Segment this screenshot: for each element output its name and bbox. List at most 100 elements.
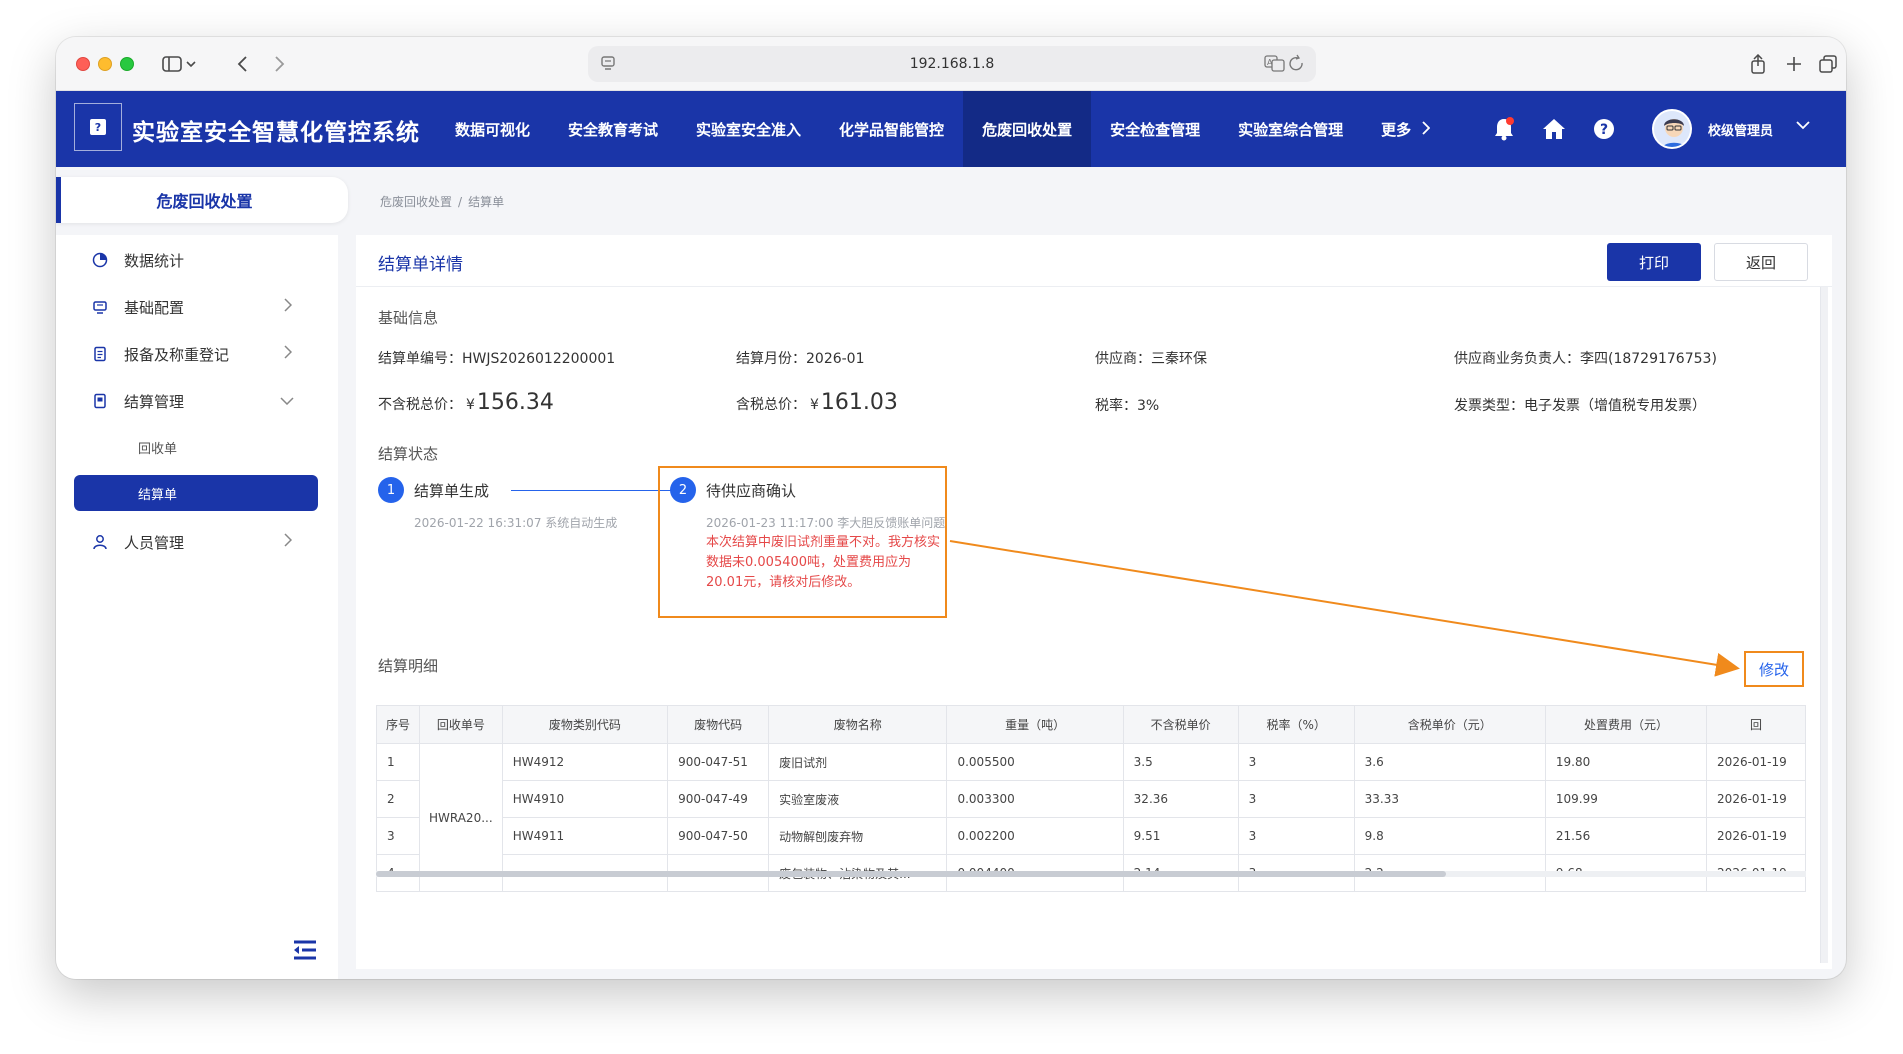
sidebar-subitem-settlement-order[interactable]: 结算单 xyxy=(74,475,318,511)
modify-button[interactable]: 修改 xyxy=(1744,651,1804,687)
browser-window: 192.168.1.8 A ? 实验室安全智慧化管控系统 数据可视化 安全教育考… xyxy=(56,37,1846,979)
help-icon[interactable]: ? xyxy=(1590,115,1618,143)
sidebar-item-data-stats[interactable]: 数据统计 xyxy=(56,239,338,281)
tax-included-total: 含税总价： ¥161.03 xyxy=(736,390,898,415)
cell-weight: 0.002200 xyxy=(946,817,1124,855)
cell-category: HW4911 xyxy=(501,817,669,855)
cell-code: 900-047-49 xyxy=(667,780,770,818)
step-2-title: 待供应商确认 xyxy=(706,482,797,500)
print-button[interactable]: 打印 xyxy=(1607,243,1701,281)
nav-item-safety-inspection[interactable]: 安全检查管理 xyxy=(1091,91,1219,167)
user-name[interactable]: 校级管理员 xyxy=(1708,120,1773,139)
translate-reload-icons[interactable]: A xyxy=(1264,54,1304,76)
pie-chart-icon xyxy=(92,252,108,268)
cell-price-tax: 3.6 xyxy=(1353,743,1546,781)
column-header: 废物名称 xyxy=(768,705,948,744)
cell-price: 9.51 xyxy=(1122,817,1239,855)
cell-weight: 0.003300 xyxy=(946,780,1124,818)
settlement-detail-table: 序号 回收单号 废物类别代码 废物代码 废物名称 重量（吨） 不含税单价 税率（… xyxy=(376,705,1806,892)
field-label: 结算月份： xyxy=(736,351,806,367)
sidebar-item-weighing[interactable]: 报备及称重登记 xyxy=(56,333,338,375)
status-label: 结算状态 xyxy=(378,445,439,463)
sidebar-item-basic-config[interactable]: 基础配置 xyxy=(56,286,338,328)
monitor-icon xyxy=(92,299,108,315)
cell-index: 2 xyxy=(376,780,420,818)
cell-category: HW4910 xyxy=(501,780,669,818)
url-text: 192.168.1.8 xyxy=(909,56,995,72)
cell-price-tax: 9.8 xyxy=(1353,817,1546,855)
collapse-menu-icon[interactable] xyxy=(292,939,318,961)
svg-text:?: ? xyxy=(1600,122,1608,138)
breadcrumb-parent[interactable]: 危废回收处置 xyxy=(380,195,452,209)
step-1-subtitle: 2026-01-22 16:31:07 系统自动生成 xyxy=(414,516,618,530)
field-value: 李四(18729176753) xyxy=(1580,351,1717,367)
currency-symbol: ¥ xyxy=(466,397,475,413)
card-scrollbar[interactable] xyxy=(1820,287,1828,963)
supplier: 供应商：三秦环保 xyxy=(1095,348,1207,368)
sidebar-item-personnel[interactable]: 人员管理 xyxy=(56,521,338,563)
maximize-window-button[interactable] xyxy=(120,57,134,71)
invoice-type: 发票类型：电子发票（增值税专用发票） xyxy=(1454,395,1706,415)
back-button[interactable]: 返回 xyxy=(1714,243,1808,281)
settlement-number: 结算单编号：HWJS2026012200001 xyxy=(378,348,615,368)
scrollbar-thumb[interactable] xyxy=(376,871,1446,877)
field-label: 不含税总价： xyxy=(378,397,462,413)
home-icon[interactable] xyxy=(1540,115,1568,143)
settlement-month: 结算月份：2026-01 xyxy=(736,348,865,368)
nav-item-chemical-control[interactable]: 化学品智能管控 xyxy=(820,91,963,167)
share-icon[interactable] xyxy=(1746,49,1770,79)
bell-icon[interactable] xyxy=(1490,115,1518,143)
back-icon[interactable] xyxy=(232,49,254,79)
nav-item-more[interactable]: 更多 xyxy=(1362,91,1449,167)
breadcrumb-separator: / xyxy=(458,195,463,209)
column-header: 含税单价（元） xyxy=(1353,705,1546,744)
chevron-right-icon xyxy=(284,298,293,316)
page-icon xyxy=(601,56,615,70)
nav-item-hazardous-waste[interactable]: 危废回收处置 xyxy=(963,91,1092,167)
nav-item-lab-management[interactable]: 实验室综合管理 xyxy=(1219,91,1362,167)
column-header: 废物代码 xyxy=(667,705,770,744)
field-label: 含税总价： xyxy=(736,397,806,413)
sidebar: 数据统计 基础配置 报备及称重登记 结算管理 回收单 结算单 人员管理 xyxy=(56,235,338,979)
breadcrumb: 危废回收处置 / 结算单 xyxy=(380,193,504,210)
sidebar-item-label: 报备及称重登记 xyxy=(124,345,230,364)
sidebar-item-settlement[interactable]: 结算管理 xyxy=(56,380,338,422)
field-value: 电子发票（增值税专用发票） xyxy=(1524,398,1706,414)
cell-category: HW4912 xyxy=(501,743,669,781)
column-header: 废物类别代码 xyxy=(501,705,669,744)
cell-tax: 3 xyxy=(1237,780,1355,818)
nav-item-safety-education[interactable]: 安全教育考试 xyxy=(549,91,677,167)
app-title: 实验室安全智慧化管控系统 xyxy=(132,120,420,146)
table-horizontal-scrollbar[interactable] xyxy=(376,871,1806,877)
table-row: 1 HWRA20... HW4912 900-047-51 废旧试剂 0.005… xyxy=(376,743,1806,892)
step-1-title: 结算单生成 xyxy=(414,482,490,500)
chevron-down-icon[interactable] xyxy=(1796,115,1810,134)
tab-overview-icon[interactable] xyxy=(1816,49,1840,79)
field-value: 2026-01 xyxy=(806,351,865,367)
nav-item-data-visualization[interactable]: 数据可视化 xyxy=(436,91,549,167)
field-label: 供应商： xyxy=(1095,351,1151,367)
sidebar-toggle-icon[interactable] xyxy=(156,49,202,79)
forward-icon[interactable] xyxy=(268,49,290,79)
sidebar-subitem-recovery-order[interactable]: 回收单 xyxy=(74,429,318,465)
cell-name: 动物解刨废弃物 xyxy=(768,817,948,855)
chevron-right-icon xyxy=(1421,119,1431,140)
table-header-row: 序号 回收单号 废物类别代码 废物代码 废物名称 重量（吨） 不含税单价 税率（… xyxy=(376,705,1806,744)
field-label: 税率： xyxy=(1095,398,1137,414)
avatar[interactable] xyxy=(1652,109,1692,149)
chevron-right-icon xyxy=(284,533,293,551)
supplier-contact: 供应商业务负责人：李四(18729176753) xyxy=(1454,348,1717,368)
address-bar[interactable]: 192.168.1.8 A xyxy=(588,46,1316,82)
step-2-feedback-note: 本次结算中废旧试剂重量不对。我方核实数据未0.005400吨，处置费用应为20.… xyxy=(706,535,941,590)
cell-tax: 3 xyxy=(1237,743,1355,781)
cell-recovery-number[interactable]: HWRA20... xyxy=(418,743,503,892)
cell-fee: 21.56 xyxy=(1544,817,1708,855)
new-tab-icon[interactable] xyxy=(1782,49,1806,79)
document-icon xyxy=(92,346,108,362)
sidebar-item-label: 人员管理 xyxy=(124,533,185,552)
nav-item-lab-access[interactable]: 实验室安全准入 xyxy=(677,91,820,167)
minimize-window-button[interactable] xyxy=(98,57,112,71)
close-window-button[interactable] xyxy=(76,57,90,71)
cell-price: 32.36 xyxy=(1122,780,1239,818)
field-value: 161.03 xyxy=(820,390,898,415)
